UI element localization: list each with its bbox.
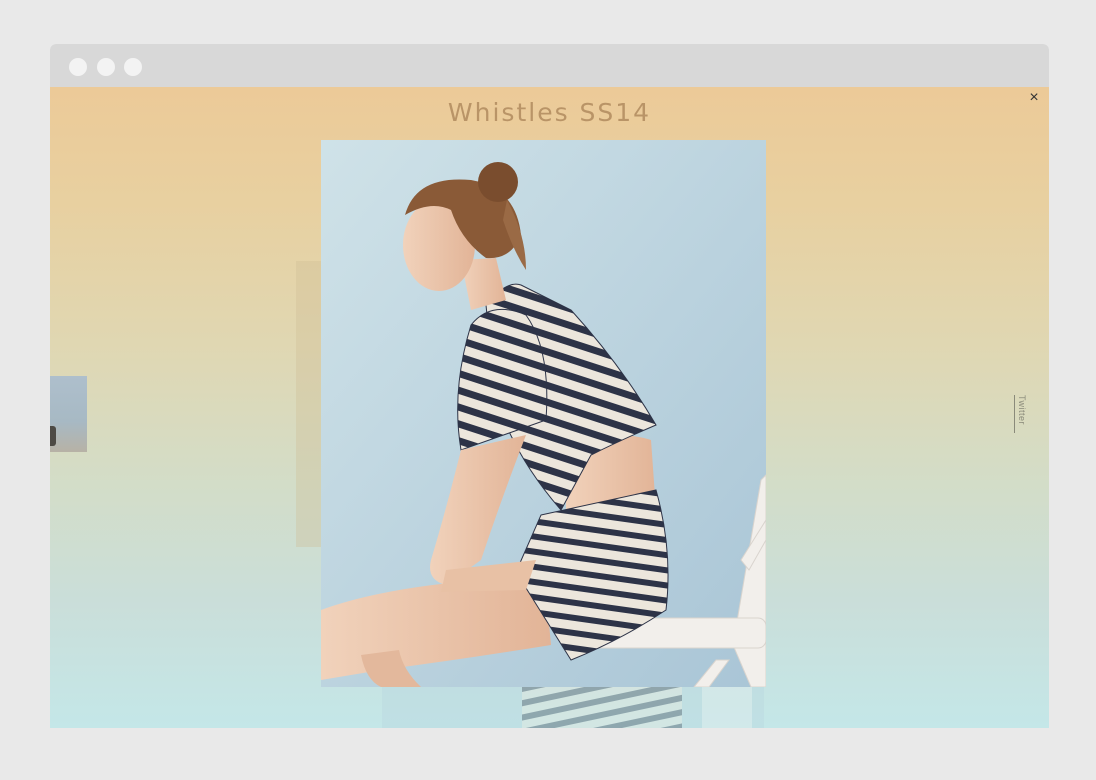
browser-window: Whistles SS14 × Twitter [50, 44, 1049, 728]
window-close-dot[interactable] [69, 58, 87, 76]
previous-image-thumbnail[interactable] [50, 376, 87, 452]
twitter-share-link[interactable]: Twitter [1014, 395, 1029, 433]
gallery-title: Whistles SS14 [447, 97, 652, 127]
photo-reflection [382, 687, 764, 728]
window-maximize-dot[interactable] [124, 58, 142, 76]
window-minimize-dot[interactable] [97, 58, 115, 76]
close-button[interactable]: × [1027, 89, 1041, 106]
gallery-viewport: Whistles SS14 × Twitter [50, 87, 1049, 728]
main-gallery-photo[interactable] [321, 140, 766, 687]
browser-title-bar [50, 44, 1049, 87]
fashion-photo-illustration [321, 140, 766, 687]
thumbnail-figure [50, 426, 56, 446]
close-icon[interactable]: × [1029, 89, 1038, 106]
